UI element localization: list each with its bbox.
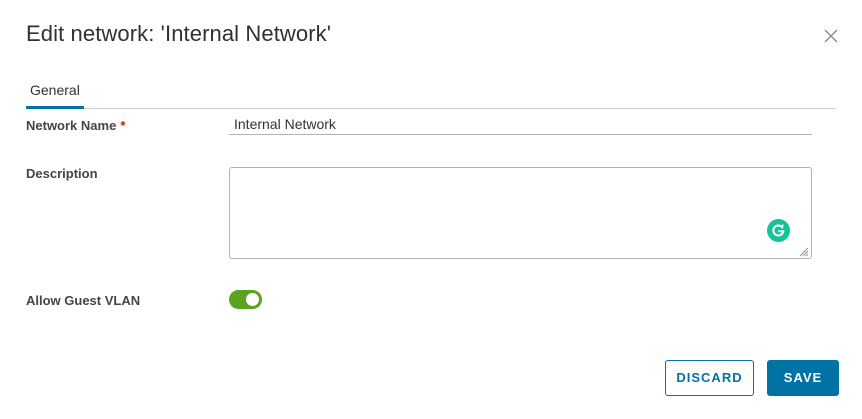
save-button[interactable]: SAVE [767, 360, 839, 396]
network-name-label: Network Name * [26, 118, 125, 133]
grammarly-icon[interactable] [767, 219, 790, 242]
network-name-label-text: Network Name [26, 118, 117, 133]
dialog-title: Edit network: 'Internal Network' [26, 21, 332, 46]
allow-guest-vlan-toggle[interactable] [229, 290, 262, 309]
required-marker: * [120, 118, 126, 133]
description-label: Description [26, 166, 98, 181]
tab-bar: General [26, 75, 836, 109]
resize-grip-icon[interactable] [797, 244, 809, 257]
discard-button[interactable]: DISCARD [665, 360, 754, 396]
network-name-input[interactable] [229, 114, 812, 135]
close-button[interactable] [822, 27, 840, 45]
toggle-knob [246, 293, 259, 306]
edit-network-dialog: Edit network: 'Internal Network' General… [0, 0, 862, 419]
close-icon [824, 29, 838, 43]
tab-general[interactable]: General [26, 75, 84, 109]
allow-guest-vlan-label: Allow Guest VLAN [26, 293, 141, 308]
description-textarea[interactable] [229, 167, 812, 259]
